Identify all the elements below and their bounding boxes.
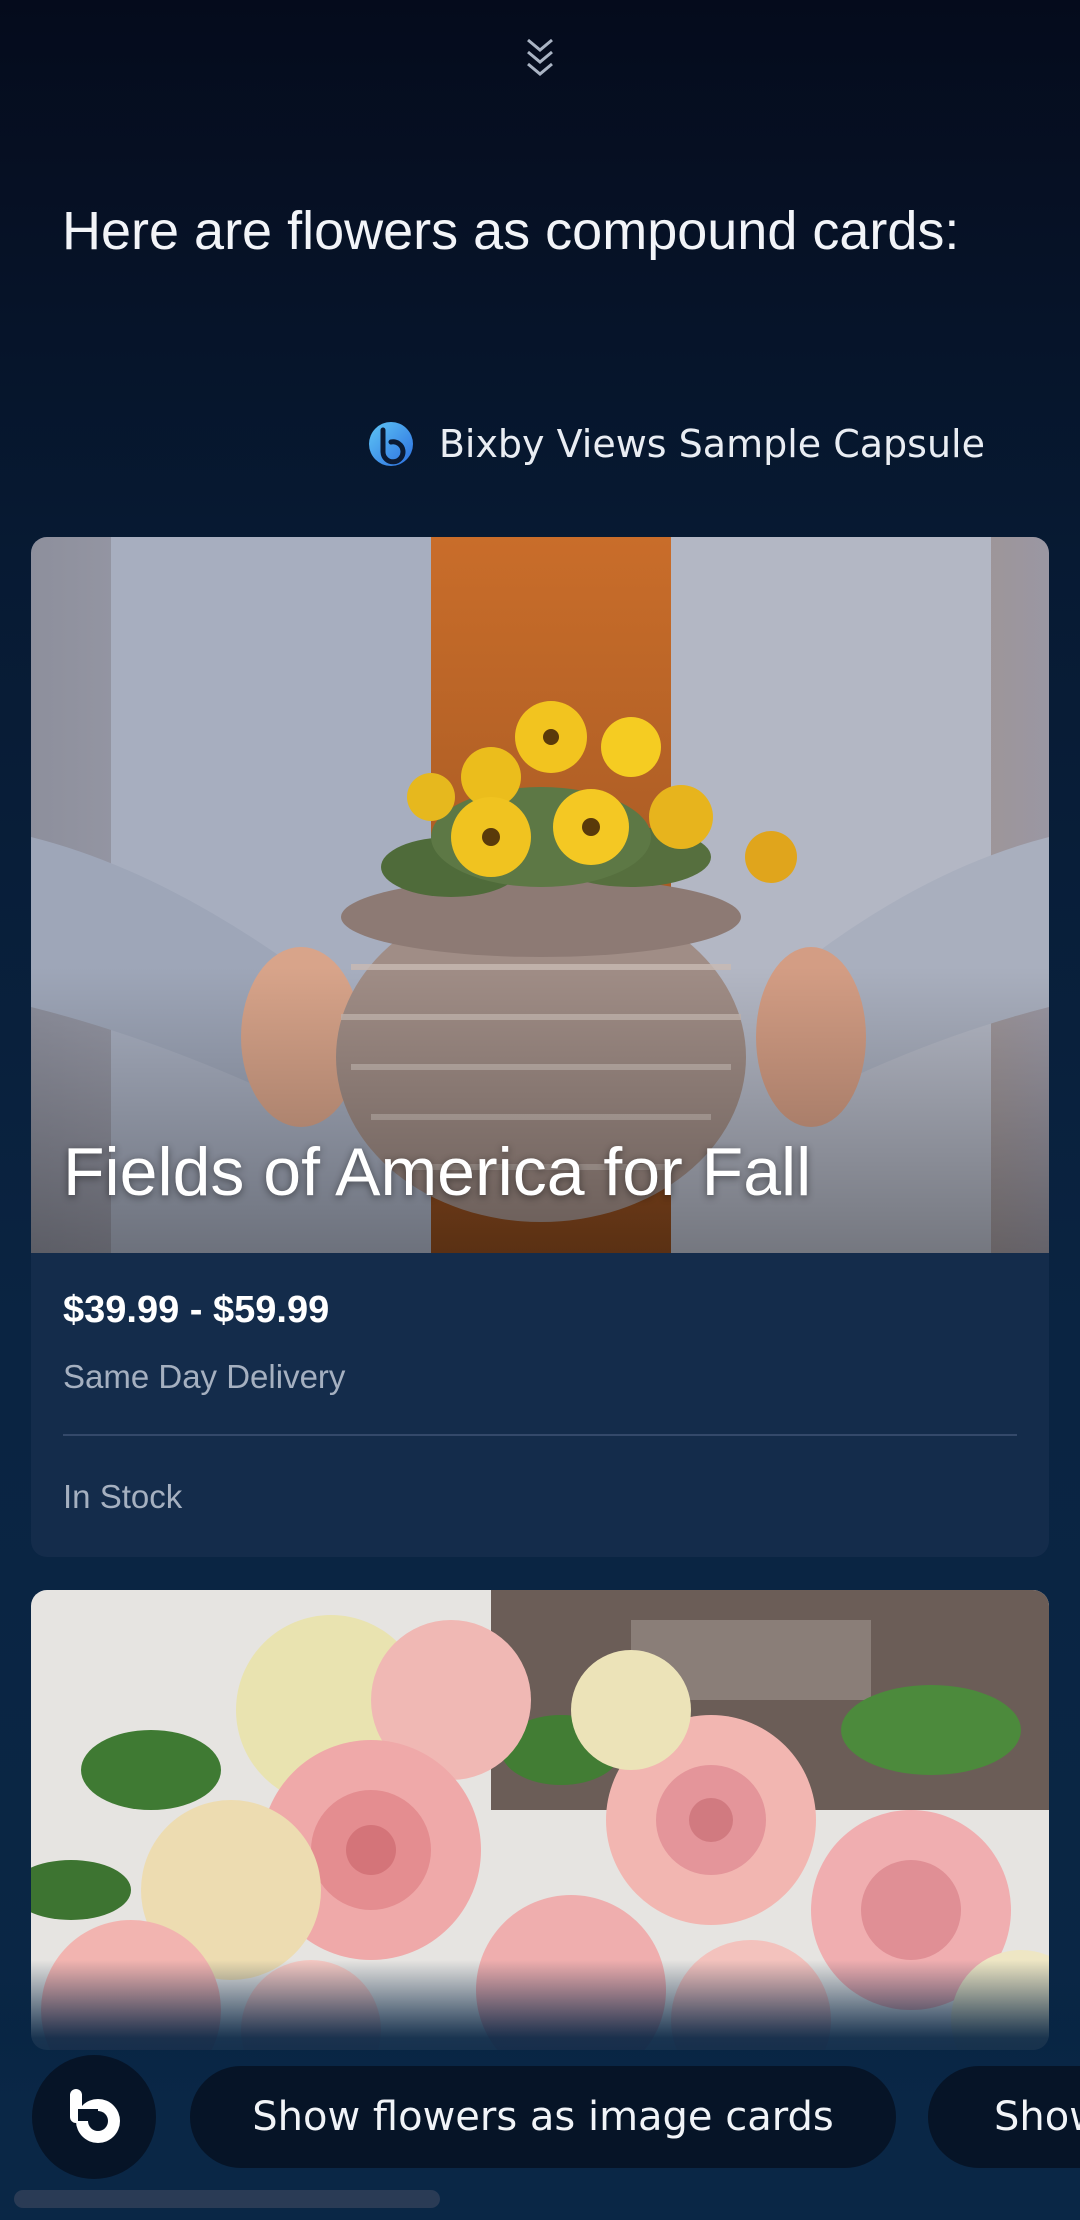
flower-card[interactable]: Fields of America for Fall $39.99 - $59.… (31, 537, 1049, 1557)
divider (63, 1434, 1017, 1436)
capsule-label[interactable]: Bixby Views Sample Capsule (367, 420, 985, 468)
stock-status: In Stock (63, 1478, 183, 1515)
card-details: $39.99 - $59.99 Same Day Delivery In Sto… (31, 1253, 1049, 1516)
response-headline: Here are flowers as compound cards: (62, 201, 960, 261)
bixby-icon (367, 420, 415, 468)
suggestion-chip-partial[interactable]: Show (928, 2066, 1080, 2168)
card-title: Fields of America for Fall (63, 1134, 812, 1210)
chevron-double-down-icon[interactable] (510, 30, 570, 90)
price-range: $39.99 - $59.99 (63, 1289, 330, 1331)
home-indicator (14, 2190, 440, 2208)
bixby-voice-button[interactable] (32, 2055, 156, 2179)
delivery-info: Same Day Delivery (63, 1358, 346, 1395)
suggestion-chip-image-cards[interactable]: Show flowers as image cards (190, 2066, 896, 2168)
bixby-results-screen: Here are flowers as compound cards: Bixb… (0, 0, 1080, 2220)
flower-image-pansies: Fields of America for Fall (31, 537, 1049, 1253)
bixby-icon (62, 2083, 126, 2152)
capsule-name: Bixby Views Sample Capsule (438, 422, 985, 466)
